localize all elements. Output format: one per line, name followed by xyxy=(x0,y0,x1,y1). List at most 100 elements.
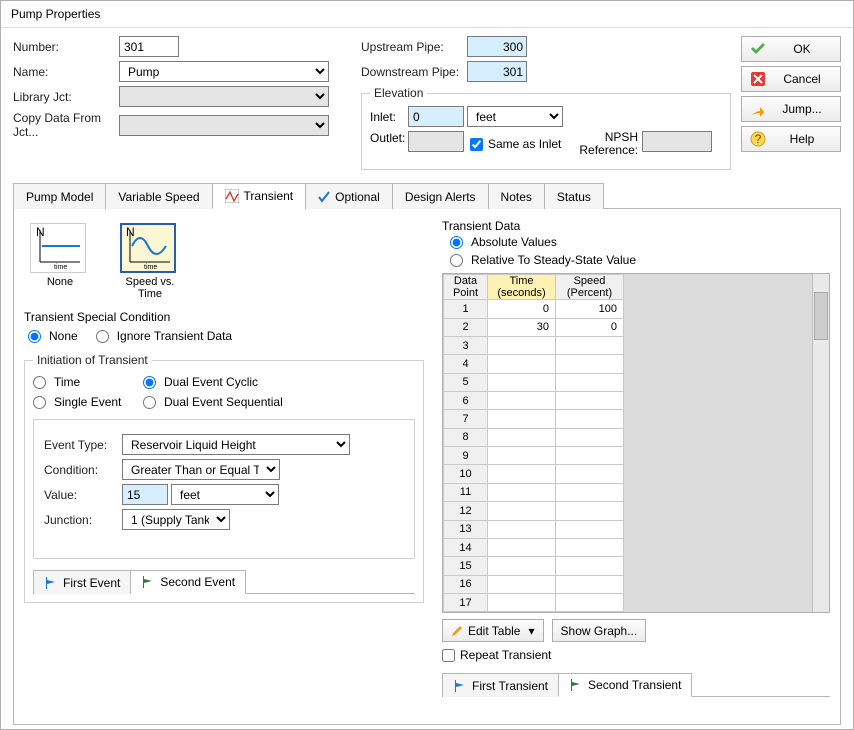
name-label: Name: xyxy=(13,65,119,79)
svg-text:time: time xyxy=(144,264,157,270)
tsc-ignore[interactable]: Ignore Transient Data xyxy=(96,329,232,343)
cond-label: Condition: xyxy=(44,463,122,477)
table-row[interactable]: 17 xyxy=(444,593,624,612)
transient-icon xyxy=(225,189,239,203)
condition-select[interactable]: Greater Than or Equal To xyxy=(122,459,280,480)
tsc-legend: Transient Special Condition xyxy=(24,310,424,324)
value-label: Value: xyxy=(44,488,122,502)
table-scrollbar[interactable] xyxy=(812,274,829,612)
upstream-value xyxy=(467,36,527,57)
iot-dual-seq[interactable]: Dual Event Sequential xyxy=(143,395,415,409)
tab-notes[interactable]: Notes xyxy=(488,183,545,209)
repeat-transient-checkbox[interactable] xyxy=(442,649,455,662)
jump-button[interactable]: Jump... xyxy=(741,96,841,122)
table-row[interactable]: 13 xyxy=(444,520,624,538)
tab-first-event[interactable]: First Event xyxy=(33,570,131,594)
table-row[interactable]: 5 xyxy=(444,373,624,391)
tab-first-transient[interactable]: First Transient xyxy=(442,673,559,697)
elevation-legend: Elevation xyxy=(370,86,427,100)
check-icon xyxy=(750,41,766,57)
elevation-group: Elevation Inlet: feet Outlet: Same as In… xyxy=(361,86,731,170)
npsh-label: NPSH Reference: xyxy=(579,131,638,157)
junction-select[interactable]: 1 (Supply Tank) xyxy=(122,509,230,530)
junction-label: Junction: xyxy=(44,513,122,527)
edit-table-button[interactable]: Edit Table▾ xyxy=(442,619,544,642)
tab-variable-speed[interactable]: Variable Speed xyxy=(105,183,212,209)
table-row[interactable]: 4 xyxy=(444,355,624,373)
tab-second-event[interactable]: Second Event xyxy=(130,570,246,594)
table-row[interactable]: 2300 xyxy=(444,318,624,336)
name-select[interactable]: Pump xyxy=(119,61,329,82)
inlet-unit-select[interactable]: feet xyxy=(467,106,563,127)
inlet-label: Inlet: xyxy=(370,110,408,124)
flag-blue-icon xyxy=(44,576,58,590)
table-row[interactable]: 15 xyxy=(444,557,624,575)
table-row[interactable]: 10 xyxy=(444,465,624,483)
transient-table[interactable]: Data Point Time (seconds) Speed (Percent… xyxy=(443,274,624,612)
jump-icon xyxy=(750,101,766,117)
table-row[interactable]: 3 xyxy=(444,337,624,355)
table-row[interactable]: 7 xyxy=(444,410,624,428)
svg-text:time: time xyxy=(54,264,67,270)
value-unit-select[interactable]: feet xyxy=(171,484,279,505)
transient-data-legend: Transient Data xyxy=(442,219,830,233)
table-row[interactable]: 12 xyxy=(444,502,624,520)
initiation-legend: Initiation of Transient xyxy=(33,353,152,367)
col-data-point: Data Point xyxy=(444,275,488,300)
col-speed[interactable]: Speed (Percent) xyxy=(556,275,624,300)
table-row[interactable]: 16 xyxy=(444,575,624,593)
library-select[interactable] xyxy=(119,86,329,107)
iot-dual-cyclic[interactable]: Dual Event Cyclic xyxy=(143,375,415,389)
tdata-rel[interactable]: Relative To Steady-State Value xyxy=(450,253,830,267)
svg-text:?: ? xyxy=(755,132,762,146)
table-row[interactable]: 6 xyxy=(444,392,624,410)
flag-green-icon xyxy=(569,678,583,692)
table-row[interactable]: 9 xyxy=(444,447,624,465)
iot-time[interactable]: Time xyxy=(33,375,143,389)
evtype-label: Event Type: xyxy=(44,438,122,452)
table-row[interactable]: 8 xyxy=(444,428,624,446)
window-title: Pump Properties xyxy=(1,1,853,28)
col-time[interactable]: Time (seconds) xyxy=(488,275,556,300)
tab-status[interactable]: Status xyxy=(544,183,604,209)
same-as-inlet-check[interactable]: Same as Inlet xyxy=(470,137,561,151)
iot-single[interactable]: Single Event xyxy=(33,395,143,409)
table-row[interactable]: 11 xyxy=(444,483,624,501)
number-label: Number: xyxy=(13,40,119,54)
value-input[interactable] xyxy=(122,484,168,505)
ok-button[interactable]: OK xyxy=(741,36,841,62)
tdata-abs[interactable]: Absolute Values xyxy=(450,235,830,249)
flag-blue-icon xyxy=(453,679,467,693)
pencil-icon xyxy=(451,625,463,637)
cancel-button[interactable]: Cancel xyxy=(741,66,841,92)
transient-table-container: Data Point Time (seconds) Speed (Percent… xyxy=(442,273,830,613)
tab-pump-model[interactable]: Pump Model xyxy=(13,183,106,209)
upstream-label: Upstream Pipe: xyxy=(361,40,467,54)
tab-optional[interactable]: Optional xyxy=(305,183,393,209)
table-row[interactable]: 10100 xyxy=(444,300,624,318)
tsc-none[interactable]: None xyxy=(28,329,78,343)
npsh-input xyxy=(642,131,712,152)
outlet-input xyxy=(408,131,464,152)
tab-transient[interactable]: Transient xyxy=(212,183,307,209)
event-type-select[interactable]: Reservoir Liquid Height xyxy=(122,434,350,455)
outlet-label: Outlet: xyxy=(370,131,408,145)
transient-type-speed-vs-time[interactable]: Ntime Speed vs. Time xyxy=(120,223,180,300)
copy-label: Copy Data From Jct... xyxy=(13,111,119,139)
repeat-transient-check[interactable]: Repeat Transient xyxy=(442,648,830,662)
downstream-value xyxy=(467,61,527,82)
copy-select[interactable] xyxy=(119,115,329,136)
same-as-inlet-checkbox[interactable] xyxy=(470,138,483,151)
inlet-input[interactable] xyxy=(408,106,464,127)
library-label: Library Jct: xyxy=(13,90,119,104)
number-input[interactable] xyxy=(119,36,179,57)
help-button[interactable]: ? Help xyxy=(741,126,841,152)
transient-type-none[interactable]: Ntime None xyxy=(30,223,90,300)
table-row[interactable]: 14 xyxy=(444,538,624,556)
downstream-label: Downstream Pipe: xyxy=(361,65,467,79)
help-icon: ? xyxy=(750,131,766,147)
tab-second-transient[interactable]: Second Transient xyxy=(558,673,692,697)
tab-design-alerts[interactable]: Design Alerts xyxy=(392,183,489,209)
show-graph-button[interactable]: Show Graph... xyxy=(552,619,647,642)
main-tabstrip: Pump Model Variable Speed Transient Opti… xyxy=(13,182,841,209)
